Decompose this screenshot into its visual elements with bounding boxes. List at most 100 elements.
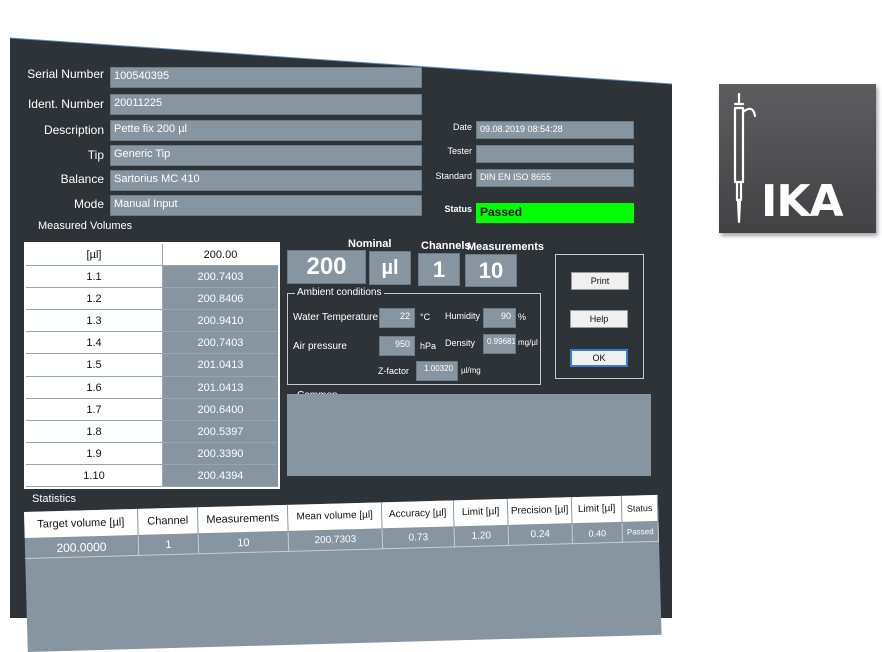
balance-field[interactable]: Sartorius MC 410 xyxy=(110,170,422,191)
ident-number-field[interactable]: 20011225 xyxy=(110,94,422,115)
row-label: 1.4 xyxy=(26,332,163,354)
row-value[interactable]: 200.4394 xyxy=(163,464,278,487)
stat-header-mean-volume: Mean volume [µl] xyxy=(287,502,383,531)
table-row: 1.7 200.6400 xyxy=(26,398,278,421)
close-icon[interactable]: × xyxy=(655,84,666,99)
stat-header-status: Status xyxy=(621,494,659,522)
row-value[interactable]: 200.5397 xyxy=(163,420,278,442)
water-temperature-unit: °C xyxy=(420,312,431,322)
stat-value-measurements: 10 xyxy=(198,531,290,555)
z-factor-unit: µl/mg xyxy=(461,366,481,375)
row-value[interactable]: 200.7403 xyxy=(163,266,278,288)
row-label: 1.3 xyxy=(26,310,163,332)
row-label: 1.9 xyxy=(26,442,163,464)
table-row: 1.1 200.7403 xyxy=(26,266,278,289)
ika-logo-text: IKA xyxy=(761,176,844,227)
table-header-cell: 200.00 xyxy=(163,244,278,266)
stat-header-measurements: Measurements xyxy=(197,504,289,534)
stat-header-precision: Precision [µl] xyxy=(507,497,573,525)
row-value[interactable]: 200.9410 xyxy=(163,310,278,332)
row-value[interactable]: 200.3390 xyxy=(163,442,278,464)
row-value[interactable]: 200.6400 xyxy=(163,398,278,420)
stat-header-channel: Channel xyxy=(137,507,199,535)
row-label: 1.2 xyxy=(26,288,163,310)
statistics-title: Statistics xyxy=(32,493,77,505)
row-label: 1.8 xyxy=(26,420,163,442)
stat-value-mean-volume: 200.7303 xyxy=(288,529,384,552)
help-button[interactable]: Help xyxy=(570,310,628,328)
table-row: 1.9 200.3390 xyxy=(26,442,278,465)
water-temperature-field[interactable]: 22 xyxy=(379,308,415,328)
row-value[interactable]: 200.8406 xyxy=(163,288,278,310)
print-button[interactable]: Print xyxy=(571,272,629,290)
density-label: Density xyxy=(445,338,476,348)
row-label: 1.10 xyxy=(26,464,163,487)
z-factor-field[interactable]: 1.00320 xyxy=(416,361,458,381)
row-label: 1.5 xyxy=(26,354,163,376)
table-row: 1.5 201.0413 xyxy=(26,354,278,377)
pipette-icon xyxy=(733,92,757,224)
serial-number-label: Serial Number xyxy=(27,67,104,81)
channels-label: Channels xyxy=(421,240,471,252)
description-field[interactable]: Pette fix 200 µl xyxy=(110,120,422,141)
description-label: Description xyxy=(43,123,104,137)
serial-number-field[interactable]: 100540395 xyxy=(110,67,422,88)
z-factor-label: Z-factor xyxy=(378,366,410,376)
standard-label: Standard xyxy=(435,171,472,181)
row-value[interactable]: 201.0413 xyxy=(163,376,278,398)
tester-field[interactable] xyxy=(476,145,634,163)
row-value[interactable]: 200.7403 xyxy=(163,332,278,354)
stat-header-limit-precision: Limit [µl] xyxy=(571,495,623,524)
row-label: 1.1 xyxy=(26,266,163,288)
air-pressure-label: Air pressure xyxy=(293,341,347,352)
table-header-row: [µl] 200.00 xyxy=(26,244,278,267)
stat-value-status: Passed xyxy=(622,521,660,543)
humidity-field[interactable]: 90 xyxy=(483,308,516,328)
table-header-cell: [µl] xyxy=(26,244,163,266)
status-label: Status xyxy=(444,204,472,214)
measurements-label: Measurements xyxy=(467,241,545,253)
row-label: 1.7 xyxy=(26,398,163,420)
measurements-value: 10 xyxy=(465,254,517,287)
stat-value-accuracy: 0.73 xyxy=(382,527,456,550)
ika-logo: IKA xyxy=(719,84,876,233)
statistics-table: Target volume [µl] Channel Measurements … xyxy=(24,494,662,652)
stat-value-channel: 1 xyxy=(138,534,200,556)
humidity-label: Humidity xyxy=(445,311,481,321)
measured-volumes-title: Measured Volumes xyxy=(38,220,133,232)
table-row: 1.8 200.5397 xyxy=(26,420,278,443)
ident-number-label: Ident. Number xyxy=(27,97,104,111)
measured-volumes-table: [µl] 200.00 1.1 200.7403 1.2 200.8406 1.3 2… xyxy=(24,242,280,490)
mode-field[interactable]: Manual Input xyxy=(110,195,422,216)
ok-button[interactable]: OK xyxy=(570,349,628,367)
date-label: Date xyxy=(452,122,472,132)
density-unit: mg/µl xyxy=(518,338,538,347)
mode-label: Mode xyxy=(73,197,104,211)
stat-value-limit-accuracy: 1.20 xyxy=(454,525,510,548)
nominal-unit: µl xyxy=(369,251,411,285)
tester-label: Tester xyxy=(447,146,472,156)
standard-field[interactable]: DIN EN ISO 8655 xyxy=(476,169,634,187)
comment-field[interactable] xyxy=(287,394,651,476)
channels-value: 1 xyxy=(418,253,460,286)
stat-value-target-volume: 200.0000 xyxy=(24,535,140,559)
table-row: 1.6 201.0413 xyxy=(26,376,278,399)
row-label: 1.6 xyxy=(26,376,163,398)
air-pressure-field[interactable]: 950 xyxy=(379,336,415,356)
balance-label: Balance xyxy=(60,172,104,186)
stat-header-limit-accuracy: Limit [µl] xyxy=(453,498,509,527)
nominal-label: Nominal xyxy=(348,238,392,250)
table-row: 1.2 200.8406 xyxy=(26,288,278,311)
stat-value-precision: 0.24 xyxy=(508,524,574,546)
date-field[interactable]: 09.08.2019 08:54:28 xyxy=(476,121,634,139)
status-indicator: Passed xyxy=(476,203,634,223)
row-value[interactable]: 201.0413 xyxy=(163,354,278,376)
tip-label: Tip xyxy=(87,148,104,162)
density-field[interactable]: 0.99681 xyxy=(483,334,516,354)
air-pressure-unit: hPa xyxy=(420,341,437,351)
table-row: 1.4 200.7403 xyxy=(26,332,278,355)
tip-field[interactable]: Generic Tip xyxy=(110,145,422,166)
humidity-unit: % xyxy=(518,312,527,322)
stat-value-limit-precision: 0.40 xyxy=(572,522,624,545)
table-row: 1.10 200.4394 xyxy=(26,464,278,488)
